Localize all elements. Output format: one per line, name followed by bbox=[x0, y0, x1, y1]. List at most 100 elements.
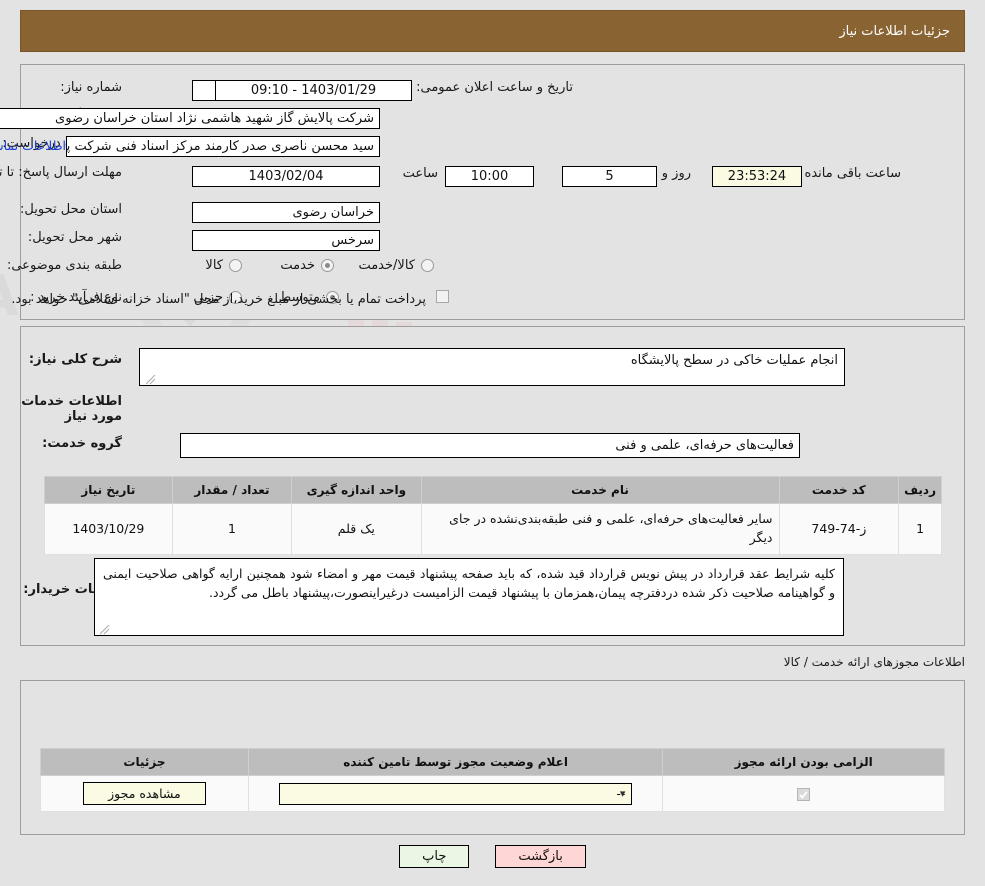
items-col-quantity: تعداد / مقدار bbox=[171, 476, 293, 504]
services-section-title: اطلاعات خدمات مورد نیاز bbox=[21, 394, 122, 424]
delivery-city-label: شهر محل تحویل: bbox=[27, 230, 122, 245]
radio-khedmat-icon[interactable] bbox=[321, 259, 334, 272]
treasury-text: پرداخت تمام یا بخشی از مبلغ خرید،از محل … bbox=[11, 292, 426, 307]
deadline-hour-label: ساعت bbox=[402, 166, 438, 181]
chevron-down-icon: ▾ bbox=[619, 786, 626, 800]
permits-section-title: اطلاعات مجوزهای ارائه خدمت / کالا bbox=[783, 655, 965, 669]
back-button[interactable]: بازگشت bbox=[495, 845, 586, 868]
delivery-province-label-wrap: استان محل تحویل: bbox=[12, 202, 122, 217]
remaining-days-value: 5 bbox=[562, 166, 657, 187]
items-col-name: نام خدمت bbox=[420, 476, 780, 504]
deadline-label-wrap: مهلت ارسال پاسخ: تا تاریخ: bbox=[0, 164, 122, 181]
page-title: جزئیات اطلاعات نیاز bbox=[839, 23, 950, 39]
permit-details-cell: مشاهده مجوز bbox=[40, 775, 249, 812]
need-number-label: شماره نیاز: bbox=[60, 80, 122, 95]
delivery-city-label-wrap: شهر محل تحویل: bbox=[20, 230, 122, 245]
item-need-date: 1403/10/29 bbox=[44, 503, 173, 555]
buyer-notes-value[interactable]: کلیه شرایط عقد قرارداد در پیش نویس قرارد… bbox=[94, 558, 844, 636]
radio-kala-khedmat-icon[interactable] bbox=[421, 259, 434, 272]
delivery-province-value: خراسان رضوی bbox=[192, 202, 380, 223]
buyer-org-value: شرکت پالایش گاز شهید هاشمی نژاد استان خر… bbox=[0, 108, 380, 129]
permit-required-checkbox-icon[interactable] bbox=[797, 788, 811, 801]
deadline-date-value: 1403/02/04 bbox=[192, 166, 380, 187]
permit-status-select[interactable]: ▾ -- bbox=[278, 782, 633, 805]
item-name: سایر فعالیت‌های حرفه‌ای، علمی و فنی طبقه… bbox=[420, 503, 780, 555]
table-row: 1 ز-74-749 سایر فعالیت‌های حرفه‌ای، علمی… bbox=[44, 503, 942, 555]
resize-grip-icon[interactable] bbox=[146, 375, 156, 385]
delivery-province-field-wrap: خراسان رضوی bbox=[192, 202, 380, 223]
treasury-checkbox-icon[interactable] bbox=[436, 290, 449, 303]
description-label: شرح کلی نیاز: bbox=[28, 352, 122, 367]
buyer-org-field-wrap: شرکت پالایش گاز شهید هاشمی نژاد استان خر… bbox=[0, 108, 380, 129]
view-permit-button[interactable]: مشاهده مجوز bbox=[83, 782, 206, 805]
permits-col-details: جزئیات bbox=[40, 748, 249, 776]
service-group-label: گروه خدمت: bbox=[42, 436, 122, 451]
items-table-wrap: ردیف کد خدمت نام خدمت واحد اندازه گیری ت… bbox=[44, 476, 942, 555]
treasury-text-wrap: پرداخت تمام یا بخشی از مبلغ خرید،از محل … bbox=[5, 292, 432, 307]
deadline-hour-wrap: 10:00 bbox=[445, 166, 534, 187]
permits-table: الزامی بودن ارائه مجوز اعلام وضعیت مجوز … bbox=[40, 748, 945, 812]
delivery-city-value: سرخس bbox=[192, 230, 380, 251]
permits-col-required: الزامی بودن ارائه مجوز bbox=[662, 748, 945, 776]
category-option-1-label: خدمت bbox=[280, 258, 315, 273]
item-unit: یک قلم bbox=[291, 503, 422, 555]
items-table-header-row: ردیف کد خدمت نام خدمت واحد اندازه گیری ت… bbox=[44, 476, 942, 504]
category-radio-kala-khedmat[interactable]: کالا/خدمت bbox=[348, 258, 437, 273]
items-col-date: تاریخ نیاز bbox=[44, 476, 173, 504]
announce-datetime-label-wrap: تاریخ و ساعت اعلان عمومی: bbox=[408, 80, 573, 95]
item-code: ز-74-749 bbox=[778, 503, 900, 555]
permits-table-header-row: الزامی بودن ارائه مجوز اعلام وضعیت مجوز … bbox=[40, 748, 945, 776]
days-unit-wrap: روز و bbox=[656, 166, 697, 181]
buyer-contact-link[interactable]: اطلاعات تماس خریدار bbox=[0, 138, 66, 153]
remaining-unit-label: ساعت باقی مانده bbox=[804, 166, 901, 181]
days-unit-label: روز و bbox=[661, 166, 691, 181]
requester-field-wrap: سید محسن ناصری صدر کارمند مرکز اسناد فنی… bbox=[66, 136, 380, 157]
service-group-label-wrap: گروه خدمت: bbox=[34, 436, 122, 451]
permit-required-cell bbox=[662, 775, 945, 812]
category-radio-kala[interactable]: کالا bbox=[195, 258, 245, 273]
description-value[interactable]: انجام عملیات خاکی در سطح پالایشگاه bbox=[139, 348, 845, 386]
buyer-contact-link-wrap[interactable]: اطلاعات تماس خریدار bbox=[0, 138, 66, 153]
items-col-code: کد خدمت bbox=[778, 476, 900, 504]
announce-datetime-field-wrap: 1403/01/29 - 09:10 bbox=[215, 80, 412, 101]
permit-status-cell: ▾ -- bbox=[247, 775, 664, 812]
items-col-unit: واحد اندازه گیری bbox=[291, 476, 422, 504]
need-number-label-wrap: شماره نیاز: bbox=[52, 80, 122, 95]
table-row: ▾ -- مشاهده مجوز bbox=[40, 775, 945, 812]
announce-datetime-value: 1403/01/29 - 09:10 bbox=[215, 80, 412, 101]
description-label-wrap: شرح کلی نیاز: bbox=[21, 352, 122, 367]
radio-kala-icon[interactable] bbox=[229, 259, 242, 272]
delivery-province-label: استان محل تحویل: bbox=[20, 202, 122, 217]
remaining-time-wrap: 23:53:24 bbox=[712, 166, 802, 187]
category-label: طبقه بندی موضوعی: bbox=[6, 258, 122, 273]
remaining-unit-wrap: ساعت باقی مانده bbox=[799, 166, 907, 181]
category-radio-khedmat[interactable]: خدمت bbox=[270, 258, 337, 273]
permits-col-status: اعلام وضعیت مجوز توسط تامین کننده bbox=[247, 748, 664, 776]
category-label-wrap: طبقه بندی موضوعی: bbox=[0, 258, 122, 273]
print-button[interactable]: چاپ bbox=[399, 845, 470, 868]
permits-table-wrap: الزامی بودن ارائه مجوز اعلام وضعیت مجوز … bbox=[40, 748, 945, 812]
footer-buttons: بازگشت چاپ bbox=[0, 845, 985, 868]
items-col-row: ردیف bbox=[898, 476, 942, 504]
notes-resize-grip-icon[interactable] bbox=[100, 625, 110, 635]
page-root: AriaTende r .ne T جزئیات اطلاعات نیاز شم… bbox=[0, 0, 985, 886]
category-option-2-label: کالا/خدمت bbox=[358, 258, 415, 273]
item-row-number: 1 bbox=[898, 503, 942, 555]
description-field-wrap[interactable]: انجام عملیات خاکی در سطح پالایشگاه bbox=[139, 348, 845, 386]
treasury-checkbox-wrap[interactable] bbox=[432, 290, 453, 303]
remaining-days-wrap: 5 bbox=[562, 166, 657, 187]
need-info-panel bbox=[20, 64, 965, 320]
deadline-date-wrap: 1403/02/04 bbox=[192, 166, 380, 187]
service-group-value: فعالیت‌های حرفه‌ای، علمی و فنی bbox=[180, 433, 800, 458]
items-table: ردیف کد خدمت نام خدمت واحد اندازه گیری ت… bbox=[44, 476, 942, 555]
buyer-notes-wrap[interactable]: کلیه شرایط عقد قرارداد در پیش نویس قرارد… bbox=[94, 558, 844, 636]
announce-datetime-label: تاریخ و ساعت اعلان عمومی: bbox=[416, 80, 573, 95]
category-option-0-label: کالا bbox=[205, 258, 223, 273]
window-title-bar: جزئیات اطلاعات نیاز bbox=[20, 10, 965, 52]
deadline-hour-value: 10:00 bbox=[445, 166, 534, 187]
delivery-city-field-wrap: سرخس bbox=[192, 230, 380, 251]
service-group-field-wrap: فعالیت‌های حرفه‌ای، علمی و فنی bbox=[180, 433, 800, 458]
requester-value: سید محسن ناصری صدر کارمند مرکز اسناد فنی… bbox=[66, 136, 380, 157]
item-quantity: 1 bbox=[171, 503, 293, 555]
remaining-time-value: 23:53:24 bbox=[712, 166, 802, 187]
